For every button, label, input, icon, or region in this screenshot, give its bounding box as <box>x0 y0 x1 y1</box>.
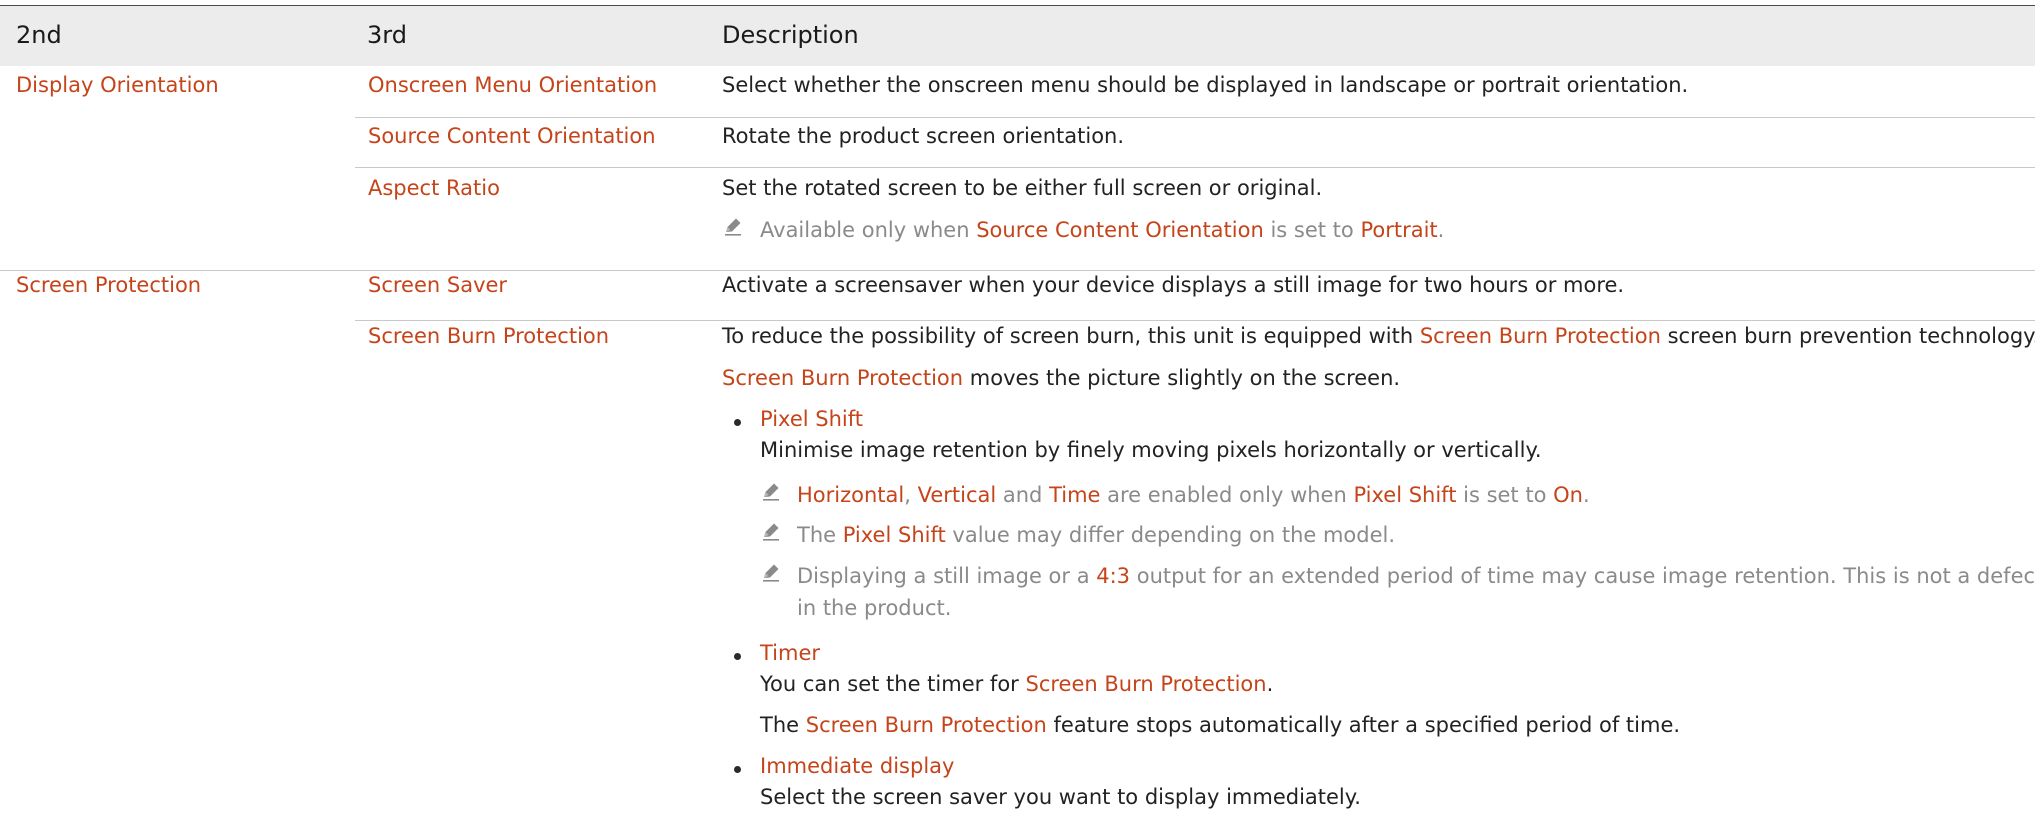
pixel-shift-note-3: Displaying a still image or a 4:3 output… <box>797 564 2035 588</box>
item-screen-burn-protection: Screen Burn Protection <box>368 324 610 348</box>
pencil-note-icon <box>763 564 779 582</box>
row-divider <box>355 320 2035 321</box>
row-divider <box>355 117 2035 118</box>
desc-burn-p2: Screen Burn Protection moves the picture… <box>722 366 1401 390</box>
row-display-orientation: Display Orientation <box>16 73 219 97</box>
item-aspect-ratio: Aspect Ratio <box>368 176 500 200</box>
bullet-icon <box>734 419 741 426</box>
pencil-note-icon <box>725 218 741 236</box>
timer-line-2: The Screen Burn Protection feature stops… <box>760 713 1681 737</box>
timer-line-1: You can set the timer for Screen Burn Pr… <box>760 672 1274 696</box>
item-source-content-orientation: Source Content Orientation <box>368 124 656 148</box>
pixel-shift-note-2: The Pixel Shift value may differ dependi… <box>797 523 1396 547</box>
desc-source-content: Rotate the product screen orientation. <box>722 124 1125 148</box>
immediate-display-desc: Select the screen saver you want to disp… <box>760 785 1361 809</box>
settings-table: 2nd 3rd Description Display Orientation … <box>0 0 2035 815</box>
desc-onscreen-menu: Select whether the onscreen menu should … <box>722 73 1689 97</box>
pixel-shift-title: Pixel Shift <box>760 407 863 431</box>
row-screen-protection: Screen Protection <box>16 273 202 297</box>
timer-title: Timer <box>760 641 821 665</box>
pixel-shift-note-1: Horizontal, Vertical and Time are enable… <box>797 483 1590 507</box>
item-screen-saver: Screen Saver <box>368 273 508 297</box>
pixel-shift-note-3-cont: in the product. <box>797 596 952 620</box>
bullet-icon <box>734 653 741 660</box>
pixel-shift-desc: Minimise image retention by finely movin… <box>760 438 1542 462</box>
item-onscreen-menu-orientation: Onscreen Menu Orientation <box>368 73 658 97</box>
bullet-icon <box>734 766 741 773</box>
header-3rd: 3rd <box>367 21 407 49</box>
immediate-display-title: Immediate display <box>760 754 955 778</box>
row-divider <box>355 167 2035 168</box>
desc-screen-saver: Activate a screensaver when your device … <box>722 273 1625 297</box>
note-aspect-ratio: Available only when Source Content Orien… <box>760 218 1445 242</box>
desc-burn-p1: To reduce the possibility of screen burn… <box>722 324 2035 348</box>
desc-aspect-ratio: Set the rotated screen to be either full… <box>722 176 1323 200</box>
pencil-note-icon <box>763 483 779 501</box>
pencil-note-icon <box>763 523 779 541</box>
header-description: Description <box>722 21 859 49</box>
table-header: 2nd 3rd Description <box>0 6 2035 66</box>
header-2nd: 2nd <box>16 21 62 49</box>
